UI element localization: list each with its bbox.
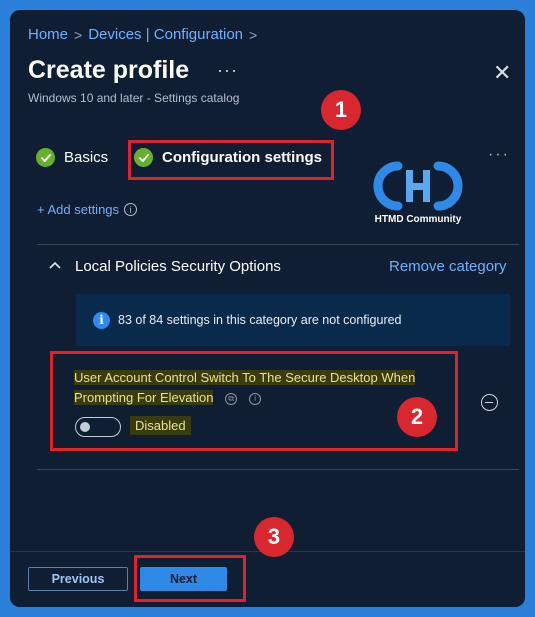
chevron-up-icon[interactable] bbox=[48, 258, 62, 272]
check-icon bbox=[36, 148, 55, 167]
breadcrumb-devices-configuration[interactable]: Devices | Configuration bbox=[88, 26, 243, 43]
info-icon[interactable]: i bbox=[124, 203, 138, 216]
page-subtitle: Windows 10 and later - Settings catalog bbox=[28, 91, 240, 105]
annotation-badge-3: 3 bbox=[254, 517, 294, 557]
logo-text: HTMD Community bbox=[374, 214, 462, 225]
annotation-badge-1: 1 bbox=[321, 90, 361, 130]
highlight-box-setting bbox=[50, 351, 458, 451]
tab-basics[interactable]: Basics bbox=[36, 148, 108, 167]
htmd-community-logo: HTMD Community bbox=[368, 158, 468, 234]
info-icon: i bbox=[93, 311, 110, 329]
tab-basics-label: Basics bbox=[64, 149, 109, 166]
divider bbox=[37, 244, 519, 245]
close-icon[interactable]: ✕ bbox=[493, 60, 511, 86]
highlight-box-config-tab bbox=[128, 140, 334, 180]
breadcrumb-separator: > bbox=[74, 26, 83, 43]
more-options-icon[interactable]: ··· bbox=[217, 60, 238, 81]
category-title: Local Policies Security Options bbox=[75, 258, 281, 275]
remove-category-link[interactable]: Remove category bbox=[389, 258, 507, 275]
previous-button[interactable]: Previous bbox=[28, 567, 128, 591]
breadcrumb-separator: > bbox=[249, 26, 258, 43]
add-settings-link[interactable]: + Add settings i bbox=[37, 202, 138, 217]
htmd-logo-icon bbox=[373, 161, 463, 211]
annotation-badge-2: 2 bbox=[397, 397, 437, 437]
category-info-text: 83 of 84 settings in this category are n… bbox=[118, 313, 402, 327]
page-title: Create profile bbox=[28, 56, 190, 84]
remove-setting-icon[interactable] bbox=[481, 394, 498, 411]
divider bbox=[37, 469, 519, 470]
breadcrumb: Home > Devices | Configuration > bbox=[28, 26, 257, 43]
tabs-more-icon[interactable]: ··· bbox=[488, 146, 510, 164]
highlight-box-next bbox=[134, 555, 246, 602]
add-settings-label: + Add settings bbox=[37, 202, 120, 217]
breadcrumb-home[interactable]: Home bbox=[28, 26, 68, 43]
create-profile-panel: Home > Devices | Configuration > Create … bbox=[10, 10, 525, 607]
category-info-bar: i 83 of 84 settings in this category are… bbox=[76, 294, 510, 346]
